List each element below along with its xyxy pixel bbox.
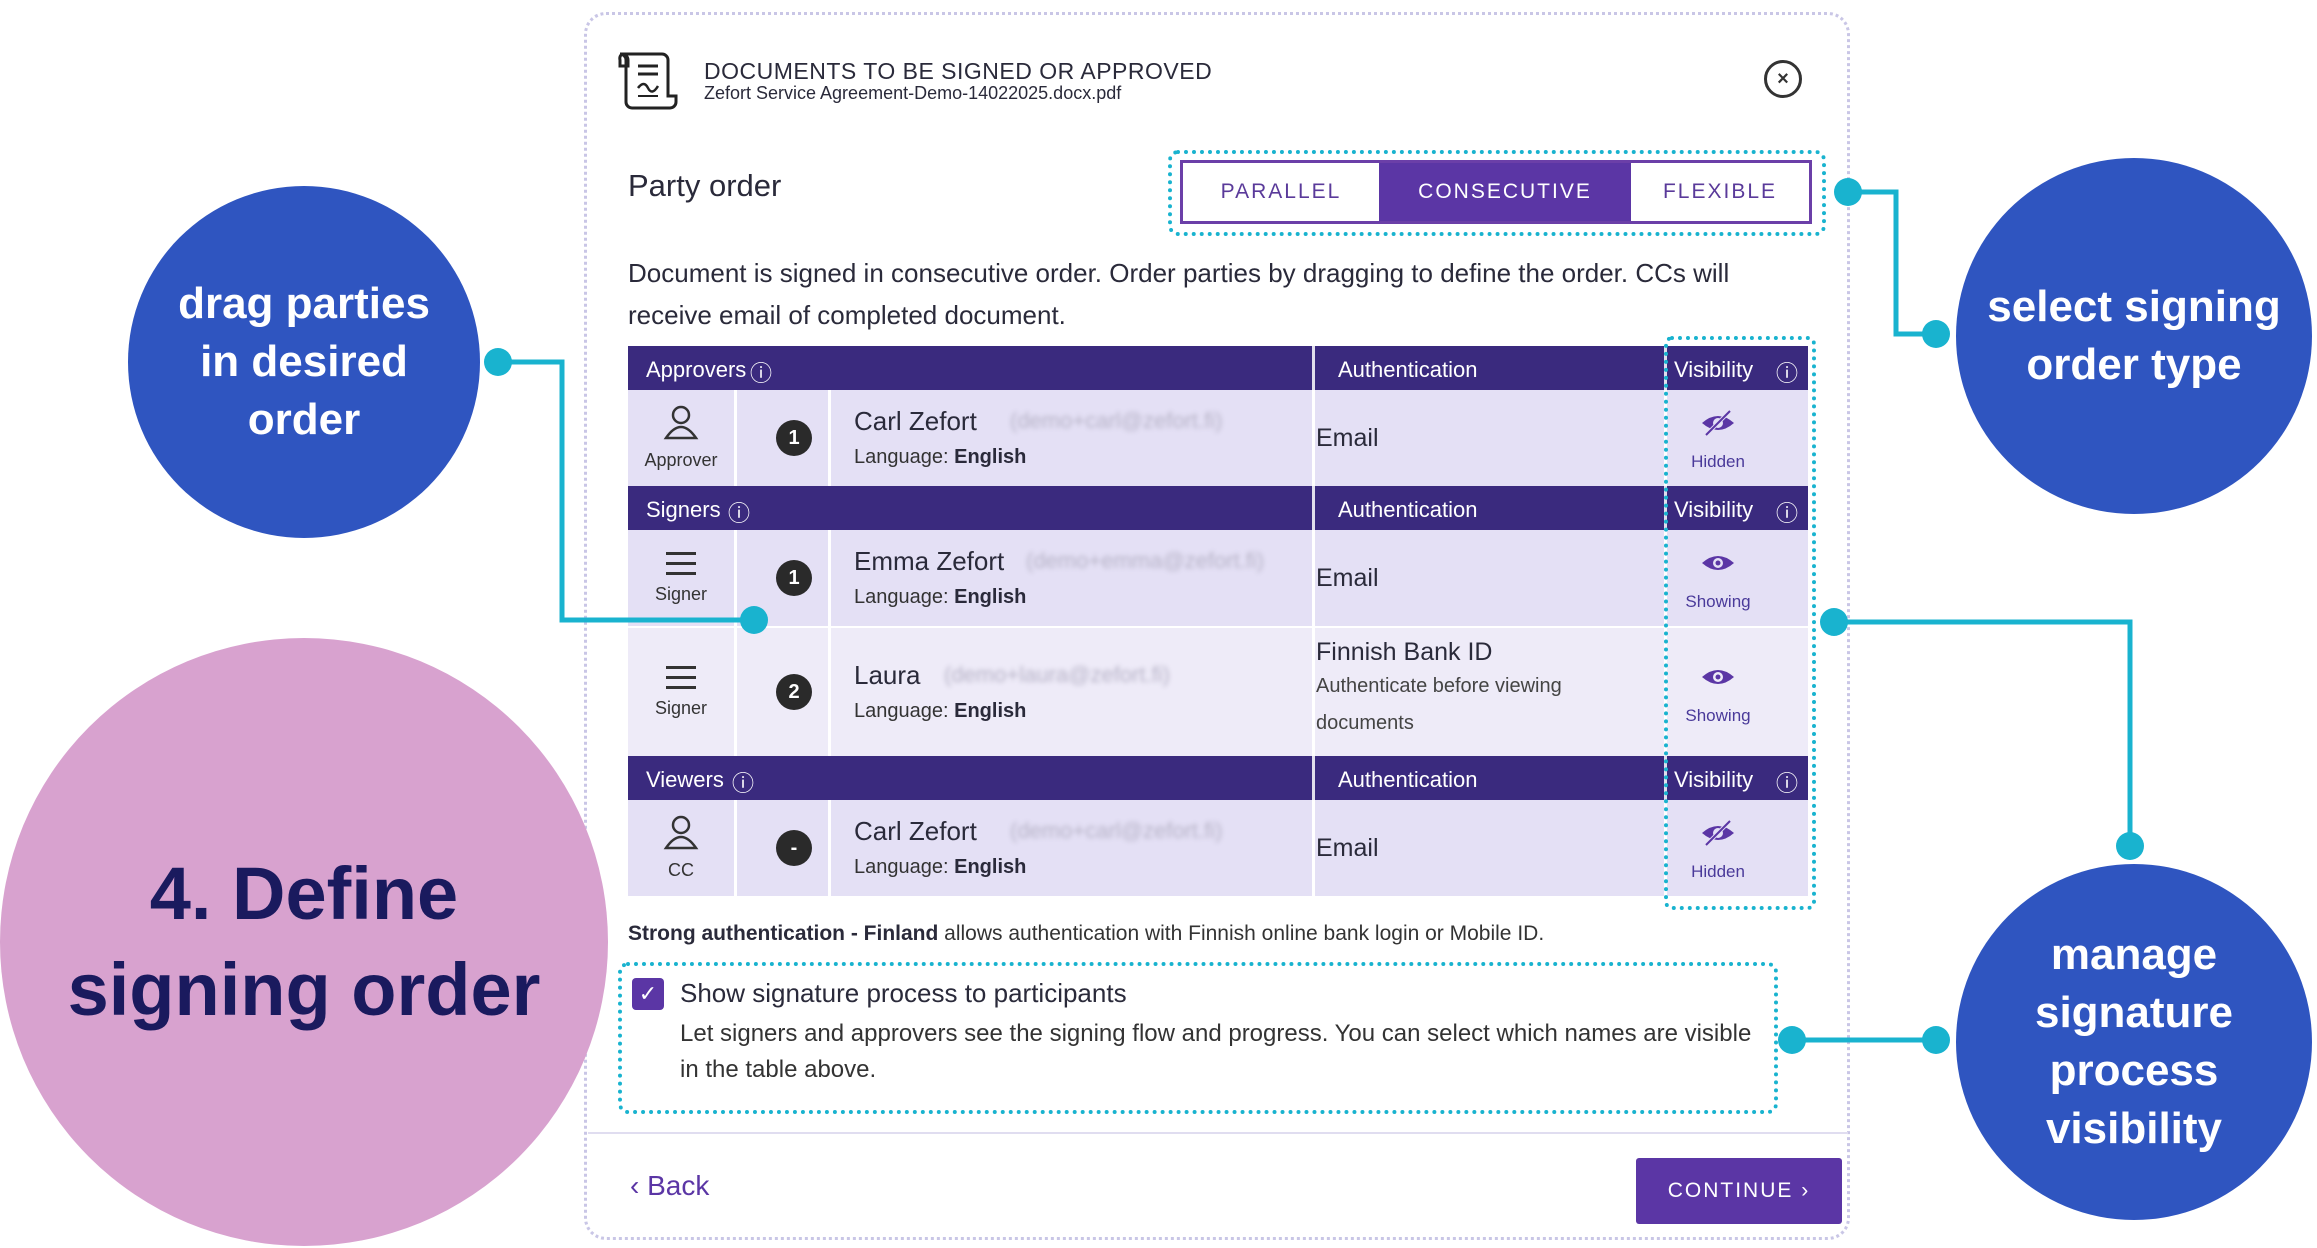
annotation-select: select signing order type	[1956, 158, 2312, 514]
annotation-drag: drag parties in desired order	[128, 186, 480, 538]
annotation-step: 4. Define signing order	[0, 638, 608, 1246]
annotation-manage: manage signature process visibility	[1956, 864, 2312, 1220]
